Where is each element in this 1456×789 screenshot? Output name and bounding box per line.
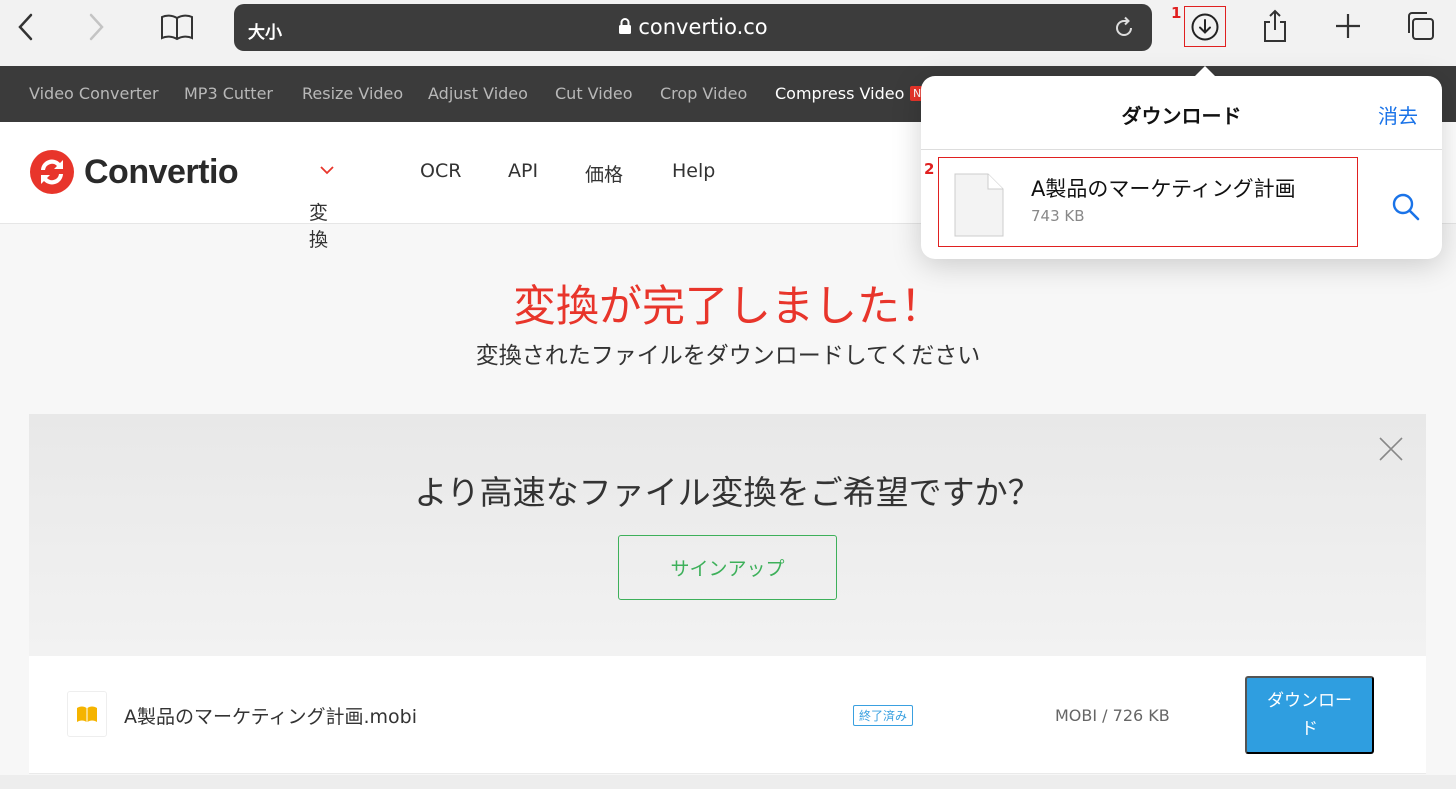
- menu-item-pricing[interactable]: 価格: [585, 160, 623, 187]
- share-button[interactable]: [1258, 6, 1292, 46]
- popover-divider: [921, 149, 1442, 150]
- brand-name: Convertio: [84, 152, 239, 191]
- close-icon: [1379, 437, 1403, 461]
- plus-icon: [1336, 14, 1360, 38]
- nav-link-crop-video[interactable]: Crop Video: [660, 84, 747, 103]
- annotation-number-1: 1: [1171, 4, 1182, 22]
- tabs-icon: [1408, 12, 1434, 40]
- file-type-icon: [67, 691, 107, 737]
- download-circle-icon: [1191, 13, 1219, 40]
- open-book-icon: [77, 706, 97, 722]
- menu-item-ocr[interactable]: OCR: [420, 160, 461, 182]
- annotation-number-2: 2: [924, 160, 935, 178]
- file-format-size: MOBI / 726 KB: [1055, 706, 1170, 725]
- back-button[interactable]: [10, 10, 40, 44]
- nav-link-mp3-cutter[interactable]: MP3 Cutter: [184, 84, 273, 103]
- status-badge: 終了済み: [853, 705, 914, 726]
- bookmarks-button[interactable]: [156, 10, 198, 44]
- address-bar[interactable]: 大小 convertio.co: [234, 4, 1152, 51]
- downloads-title: ダウンロード: [1121, 104, 1242, 128]
- reload-button[interactable]: [1112, 16, 1136, 44]
- nav-link-video-converter[interactable]: Video Converter: [29, 84, 159, 103]
- browser-toolbar: 大小 convertio.co 1: [0, 0, 1456, 66]
- conversion-complete-subtitle: 変換されたファイルをダウンロードしてください: [475, 343, 981, 369]
- tabs-overview-button[interactable]: [1402, 8, 1438, 44]
- nav-link-compress-video[interactable]: Compress Video: [775, 84, 904, 103]
- nav-link-resize-video[interactable]: Resize Video: [302, 84, 403, 103]
- lock-icon: [619, 18, 632, 34]
- promo-close-button[interactable]: [1378, 436, 1404, 466]
- annotation-highlight-download-item: [938, 157, 1358, 247]
- new-tab-button[interactable]: [1332, 10, 1364, 42]
- chevron-down-icon: [320, 166, 334, 175]
- nav-link-cut-video[interactable]: Cut Video: [555, 84, 633, 103]
- magnifier-icon: [1392, 193, 1420, 221]
- share-icon: [1264, 9, 1286, 42]
- popover-arrow: [1193, 66, 1217, 78]
- menu-item-help[interactable]: Help: [672, 160, 715, 182]
- conversion-complete-title: 変換が完了しました！: [513, 282, 943, 332]
- forward-button[interactable]: [82, 10, 112, 44]
- converted-file-row: A製品のマーケティング計画.mobi 終了済み MOBI / 726 KB ダウ…: [29, 656, 1426, 774]
- menu-item-convert-label: 変換: [309, 202, 329, 251]
- downloads-button[interactable]: [1186, 8, 1224, 45]
- reload-icon: [1116, 16, 1132, 36]
- chevron-right-icon: [89, 13, 104, 41]
- signup-button[interactable]: サインアップ: [618, 535, 837, 600]
- brand-logo[interactable]: Convertio: [30, 150, 239, 194]
- url-display[interactable]: convertio.co: [234, 15, 1152, 39]
- chevron-left-icon: [18, 13, 33, 41]
- file-name: A製品のマーケティング計画.mobi: [124, 706, 417, 728]
- convertio-logo-icon: [30, 150, 74, 194]
- menu-item-convert[interactable]: 変換: [309, 160, 335, 251]
- download-button[interactable]: ダウンロード: [1245, 676, 1374, 754]
- signup-promo-banner: より高速なファイル変換をご希望ですか？ サインアップ: [29, 414, 1426, 656]
- menu-item-api[interactable]: API: [508, 160, 538, 182]
- bottom-strip: [0, 775, 1456, 789]
- book-icon: [161, 14, 193, 41]
- url-text: convertio.co: [638, 15, 768, 39]
- show-in-files-button[interactable]: [1391, 192, 1421, 226]
- clear-downloads-button[interactable]: 消去: [1378, 100, 1418, 129]
- nav-link-adjust-video[interactable]: Adjust Video: [428, 84, 528, 103]
- promo-question: より高速なファイル変換をご希望ですか？: [414, 473, 1041, 512]
